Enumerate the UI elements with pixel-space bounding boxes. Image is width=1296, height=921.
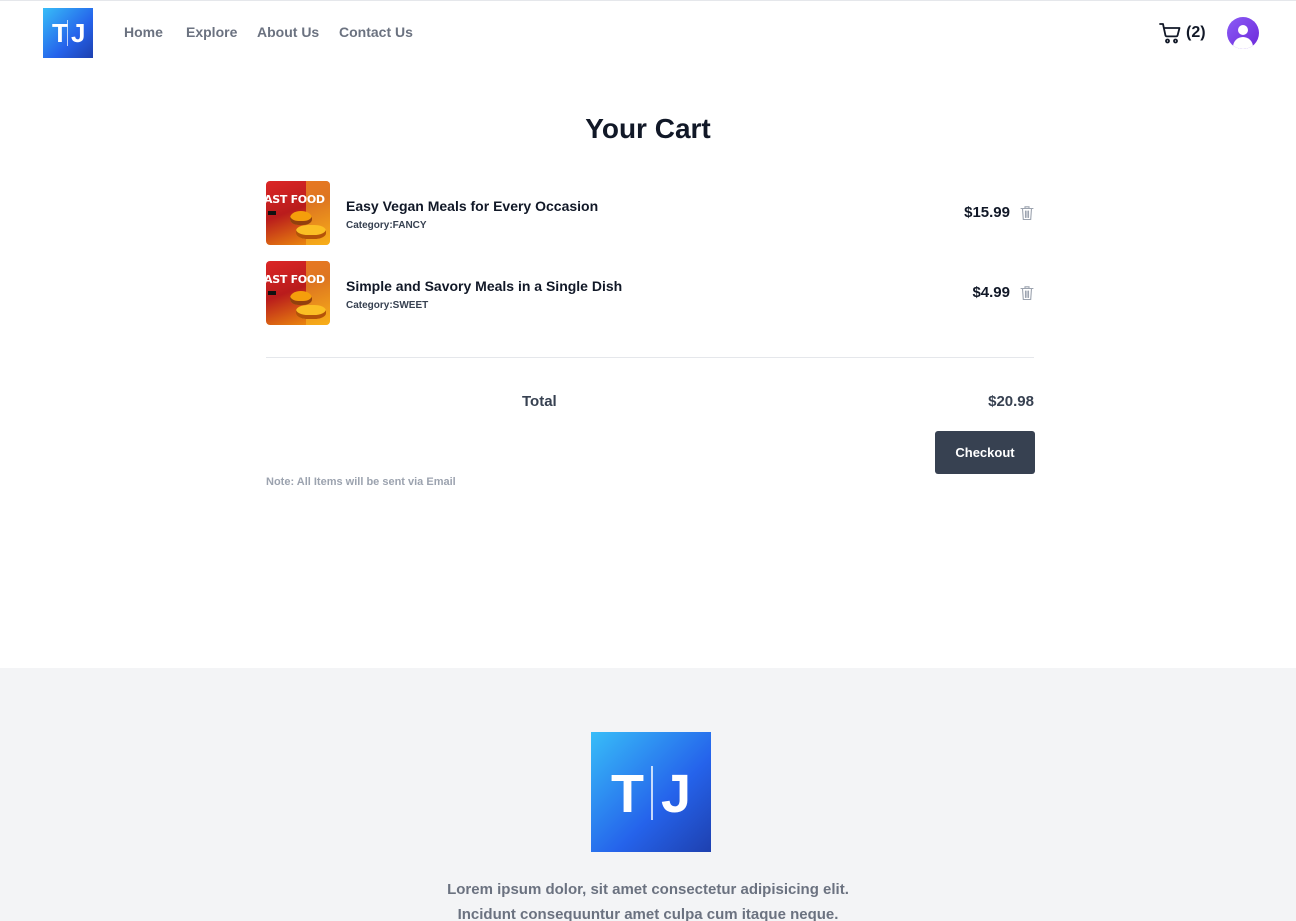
nav-home-link[interactable]: Home (124, 24, 163, 40)
item-title[interactable]: Simple and Savory Meals in a Single Dish (346, 278, 622, 294)
item-thumbnail: AST FOOD (266, 181, 330, 245)
item-price: $4.99 (972, 284, 1010, 301)
avatar-head (1238, 25, 1248, 35)
page-title: Your Cart (585, 113, 711, 144)
logo-letter-j: J (71, 18, 86, 48)
cart-count: (2) (1186, 24, 1206, 41)
item-category: Category:SWEET (346, 300, 429, 311)
shopping-cart-icon (1159, 23, 1181, 44)
cart-item: AST FOOD Simple and Savory Meals in a Si… (266, 261, 1034, 325)
trash-icon[interactable] (1020, 205, 1034, 221)
checkout-button[interactable]: Checkout (935, 431, 1035, 474)
delivery-note: Note: All Items will be sent via Email (266, 476, 456, 488)
item-thumbnail: AST FOOD (266, 261, 330, 325)
thumb-food (290, 291, 312, 305)
item-price: $15.99 (964, 204, 1010, 221)
thumb-food (296, 225, 326, 239)
trash-icon[interactable] (1020, 285, 1034, 301)
thumb-text: AST FOOD (266, 273, 325, 286)
nav-about-link[interactable]: About Us (257, 24, 319, 40)
logo-letter-j: J (661, 764, 692, 824)
footer-description: Lorem ipsum dolor, sit amet consectetur … (0, 877, 1296, 921)
footer-text-line: Incidunt consequuntur amet culpa cum ita… (457, 906, 839, 921)
logo-divider (67, 20, 68, 46)
total-label: Total (522, 393, 557, 410)
footer-text-line: Lorem ipsum dolor, sit amet consectetur … (447, 881, 849, 898)
item-category: Category:FANCY (346, 220, 427, 231)
thumb-food (296, 305, 326, 319)
logo-letter-t: T (52, 18, 68, 48)
logo-letter-t: T (611, 764, 644, 824)
nav-contact-link[interactable]: Contact Us (339, 24, 413, 40)
cart-divider (266, 357, 1034, 358)
thumb-food (290, 211, 312, 225)
avatar-body (1233, 37, 1253, 49)
item-title[interactable]: Easy Vegan Meals for Every Occasion (346, 198, 598, 214)
logo-divider (651, 766, 653, 820)
footer-logo[interactable]: T J (591, 732, 711, 852)
user-avatar-icon[interactable] (1227, 17, 1259, 49)
site-header: T J Home Explore About Us Contact Us (2) (0, 0, 1296, 66)
site-footer: T J Lorem ipsum dolor, sit amet consecte… (0, 668, 1296, 921)
thumb-mark (268, 211, 276, 215)
thumb-mark (268, 291, 276, 295)
cart-button[interactable]: (2) (1158, 20, 1206, 46)
total-value: $20.98 (988, 393, 1034, 410)
site-logo[interactable]: T J (43, 8, 93, 58)
thumb-text: AST FOOD (266, 193, 325, 206)
cart-item: AST FOOD Easy Vegan Meals for Every Occa… (266, 181, 1034, 245)
nav-explore-link[interactable]: Explore (186, 24, 237, 40)
